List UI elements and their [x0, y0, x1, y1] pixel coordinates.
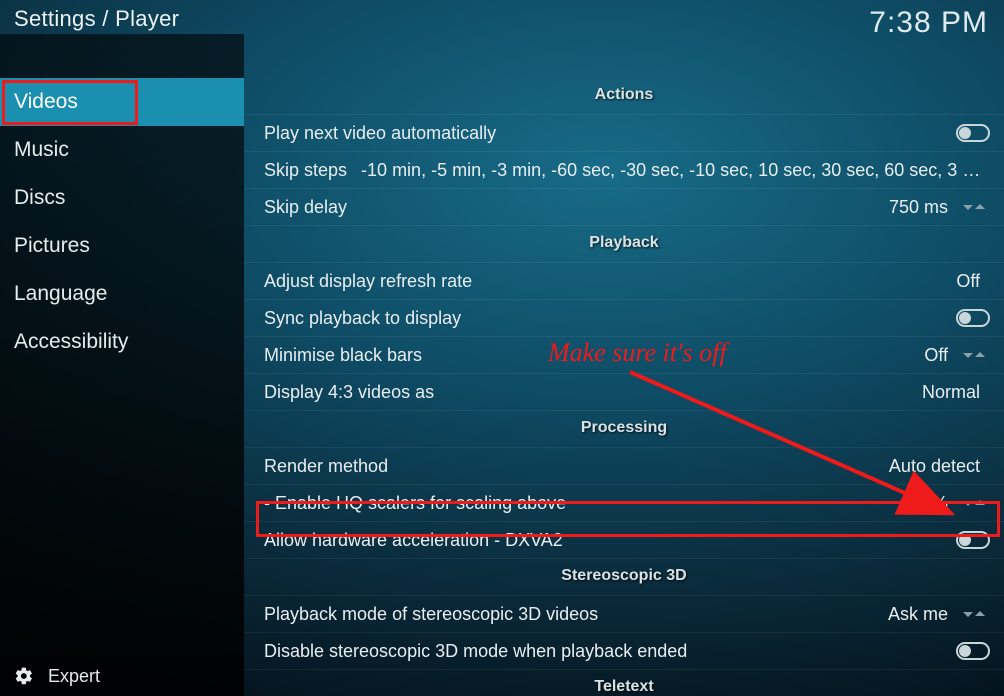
spinner-icon[interactable] — [958, 609, 990, 619]
setting-skip-steps[interactable]: Skip steps -10 min, -5 min, -3 min, -60 … — [244, 152, 1004, 189]
toggle-off-icon[interactable] — [956, 642, 990, 660]
toggle-off-icon[interactable] — [956, 531, 990, 549]
spinner-icon[interactable] — [958, 202, 990, 212]
toggle-off-icon[interactable] — [956, 124, 990, 142]
section-stereoscopic: Stereoscopic 3D — [244, 559, 1004, 596]
setting-label: Sync playback to display — [264, 308, 461, 329]
setting-value: Ask me — [598, 604, 958, 625]
setting-label: Playback mode of stereoscopic 3D videos — [264, 604, 598, 625]
sidebar-item-label: Accessibility — [14, 330, 128, 354]
setting-label: Disable stereoscopic 3D mode when playba… — [264, 641, 687, 662]
section-actions: Actions — [244, 78, 1004, 115]
setting-stereo-disable[interactable]: Disable stereoscopic 3D mode when playba… — [244, 633, 1004, 670]
setting-label: - Enable HQ scalers for scaling above — [264, 493, 566, 514]
setting-sync-playback[interactable]: Sync playback to display — [244, 300, 1004, 337]
sidebar-item-label: Language — [14, 282, 107, 306]
sidebar: Videos Music Discs Pictures Language Acc… — [0, 34, 244, 696]
section-playback: Playback — [244, 226, 1004, 263]
setting-label: Minimise black bars — [264, 345, 422, 366]
sidebar-item-label: Videos — [14, 90, 78, 114]
setting-label: Play next video automatically — [264, 123, 496, 144]
section-teletext: Teletext — [244, 670, 1004, 696]
setting-hq-scalers[interactable]: - Enable HQ scalers for scaling above 20… — [244, 485, 1004, 522]
setting-label: Render method — [264, 456, 388, 477]
setting-value: Off — [422, 345, 958, 366]
spinner-icon[interactable] — [958, 498, 990, 508]
setting-dxva2[interactable]: Allow hardware acceleration - DXVA2 — [244, 522, 1004, 559]
sidebar-item-music[interactable]: Music — [0, 126, 244, 174]
setting-value: Off — [472, 271, 990, 292]
setting-play-next[interactable]: Play next video automatically — [244, 115, 1004, 152]
sidebar-item-label: Pictures — [14, 234, 90, 258]
sidebar-item-label: Discs — [14, 186, 65, 210]
sidebar-item-pictures[interactable]: Pictures — [0, 222, 244, 270]
setting-value: 20 % — [566, 493, 958, 514]
toggle-off-icon[interactable] — [956, 309, 990, 327]
setting-value: Normal — [434, 382, 990, 403]
section-processing: Processing — [244, 411, 1004, 448]
setting-label: Allow hardware acceleration - DXVA2 — [264, 530, 563, 551]
sidebar-item-accessibility[interactable]: Accessibility — [0, 318, 244, 366]
breadcrumb: Settings / Player — [14, 6, 179, 32]
gear-icon — [14, 666, 34, 686]
sidebar-item-discs[interactable]: Discs — [0, 174, 244, 222]
setting-stereo-mode[interactable]: Playback mode of stereoscopic 3D videos … — [244, 596, 1004, 633]
setting-black-bars[interactable]: Minimise black bars Off — [244, 337, 1004, 374]
sidebar-item-videos[interactable]: Videos — [0, 78, 244, 126]
setting-label: Skip delay — [264, 197, 347, 218]
settings-level-label: Expert — [48, 666, 100, 687]
setting-label: Skip steps — [264, 160, 347, 181]
sidebar-item-language[interactable]: Language — [0, 270, 244, 318]
setting-render-method[interactable]: Render method Auto detect — [244, 448, 1004, 485]
setting-value: Auto detect — [388, 456, 990, 477]
sidebar-item-label: Music — [14, 138, 69, 162]
settings-content: Actions Play next video automatically Sk… — [244, 34, 1004, 696]
setting-display-4-3[interactable]: Display 4:3 videos as Normal — [244, 374, 1004, 411]
setting-label: Adjust display refresh rate — [264, 271, 472, 292]
setting-value: 750 ms — [347, 197, 958, 218]
setting-label: Display 4:3 videos as — [264, 382, 434, 403]
setting-value: -10 min, -5 min, -3 min, -60 sec, -30 se… — [347, 160, 990, 181]
setting-skip-delay[interactable]: Skip delay 750 ms — [244, 189, 1004, 226]
spinner-icon[interactable] — [958, 350, 990, 360]
setting-refresh-rate[interactable]: Adjust display refresh rate Off — [244, 263, 1004, 300]
settings-level-button[interactable]: Expert — [0, 656, 244, 696]
